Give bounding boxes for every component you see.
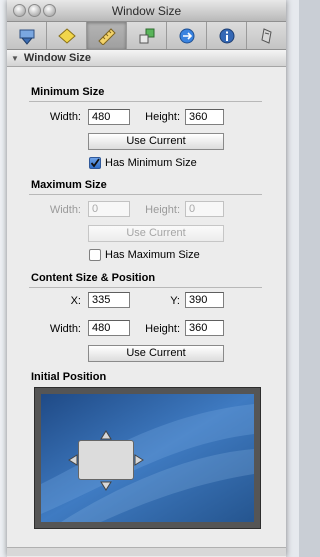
has-minimum-size-label: Has Minimum Size: [105, 157, 197, 169]
has-maximum-size-label: Has Maximum Size: [105, 249, 200, 261]
content-width-field[interactable]: 480: [88, 320, 130, 336]
window-size-section-header[interactable]: ▼ Window Size: [7, 50, 286, 67]
y-label: Y:: [170, 295, 180, 307]
max-width-label: Width:: [49, 204, 81, 216]
arrow-right-icon[interactable]: [134, 454, 144, 466]
min-width-label: Width:: [49, 111, 81, 123]
inspector-icon: [260, 27, 272, 44]
y-field[interactable]: 390: [185, 292, 224, 308]
has-maximum-size-checkbox[interactable]: [89, 249, 101, 261]
initial-position-heading: Initial Position: [31, 371, 107, 383]
title-bar[interactable]: Window Size: [7, 0, 286, 22]
arrow-circle-icon: [179, 28, 194, 43]
arrow-left-icon[interactable]: [68, 454, 78, 466]
panel-bottom-bar: [7, 547, 286, 556]
inspector-toolbar: [7, 22, 286, 50]
min-height-field[interactable]: 360: [185, 109, 224, 125]
minimum-size-heading: Minimum Size: [31, 86, 105, 98]
x-label: X:: [70, 295, 81, 307]
disclosure-triangle-icon[interactable]: ▼: [11, 54, 19, 63]
tab-bindings[interactable]: [167, 22, 207, 49]
max-width-field[interactable]: 0: [88, 201, 130, 217]
content-height-field[interactable]: 360: [185, 320, 224, 336]
has-minimum-size-checkbox[interactable]: [89, 157, 101, 169]
content-height-label: Height:: [145, 323, 180, 335]
arrow-up-icon[interactable]: [100, 430, 112, 440]
divider: [29, 101, 262, 102]
connections-icon: [139, 28, 154, 43]
screen-preview: [41, 394, 254, 522]
initial-position-preview: [34, 387, 261, 529]
window-position-widget[interactable]: [68, 430, 144, 491]
max-height-field[interactable]: 0: [185, 201, 224, 217]
arrow-down-icon[interactable]: [100, 481, 112, 491]
min-width-field[interactable]: 480: [88, 109, 130, 125]
tab-attributes[interactable]: [7, 22, 47, 49]
content-size-position-heading: Content Size & Position: [31, 272, 156, 284]
content-use-current-button[interactable]: Use Current: [88, 345, 224, 362]
maximum-size-heading: Maximum Size: [31, 179, 107, 191]
window-icon: [19, 29, 34, 45]
x-field[interactable]: 335: [88, 292, 130, 308]
info-icon: [219, 28, 234, 43]
divider: [29, 194, 262, 195]
section-title: Window Size: [23, 52, 92, 64]
background-right-edge: [285, 0, 299, 557]
tab-size[interactable]: [87, 22, 127, 49]
divider: [29, 287, 262, 288]
ruler-icon: [97, 27, 116, 45]
content-width-label: Width:: [49, 323, 81, 335]
window-size-content: Minimum Size Width: 480 Height: 360 Use …: [7, 67, 286, 556]
diamond-icon: [57, 27, 76, 44]
max-use-current-button[interactable]: Use Current: [88, 225, 224, 242]
tab-identity[interactable]: [207, 22, 247, 49]
max-height-label: Height:: [145, 204, 180, 216]
window-proxy[interactable]: [78, 440, 134, 480]
tab-effects[interactable]: [47, 22, 87, 49]
window-title: Window Size: [111, 4, 182, 18]
min-height-label: Height:: [145, 111, 180, 123]
min-use-current-button[interactable]: Use Current: [88, 133, 224, 150]
checkmark-icon: [90, 158, 100, 168]
tab-applescript[interactable]: [247, 22, 286, 49]
tab-connections[interactable]: [127, 22, 167, 49]
inspector-panel: Window Size ▼ Window Size Minimum Size W…: [7, 0, 286, 557]
